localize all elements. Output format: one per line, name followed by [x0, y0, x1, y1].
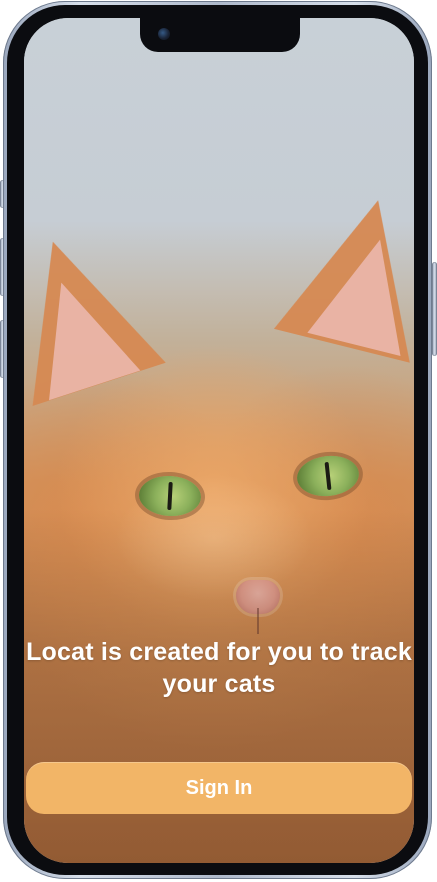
phone-device: Locat is created for you to track your c… [0, 0, 437, 882]
sign-in-button[interactable]: Sign In [26, 762, 412, 814]
app-screen [24, 18, 414, 863]
front-camera-icon [158, 28, 170, 40]
photo-shade-overlay [24, 18, 414, 863]
onboarding-headline: Locat is created for you to track your c… [26, 638, 412, 698]
bottom-safe-area [24, 846, 414, 863]
power-button [432, 262, 437, 356]
